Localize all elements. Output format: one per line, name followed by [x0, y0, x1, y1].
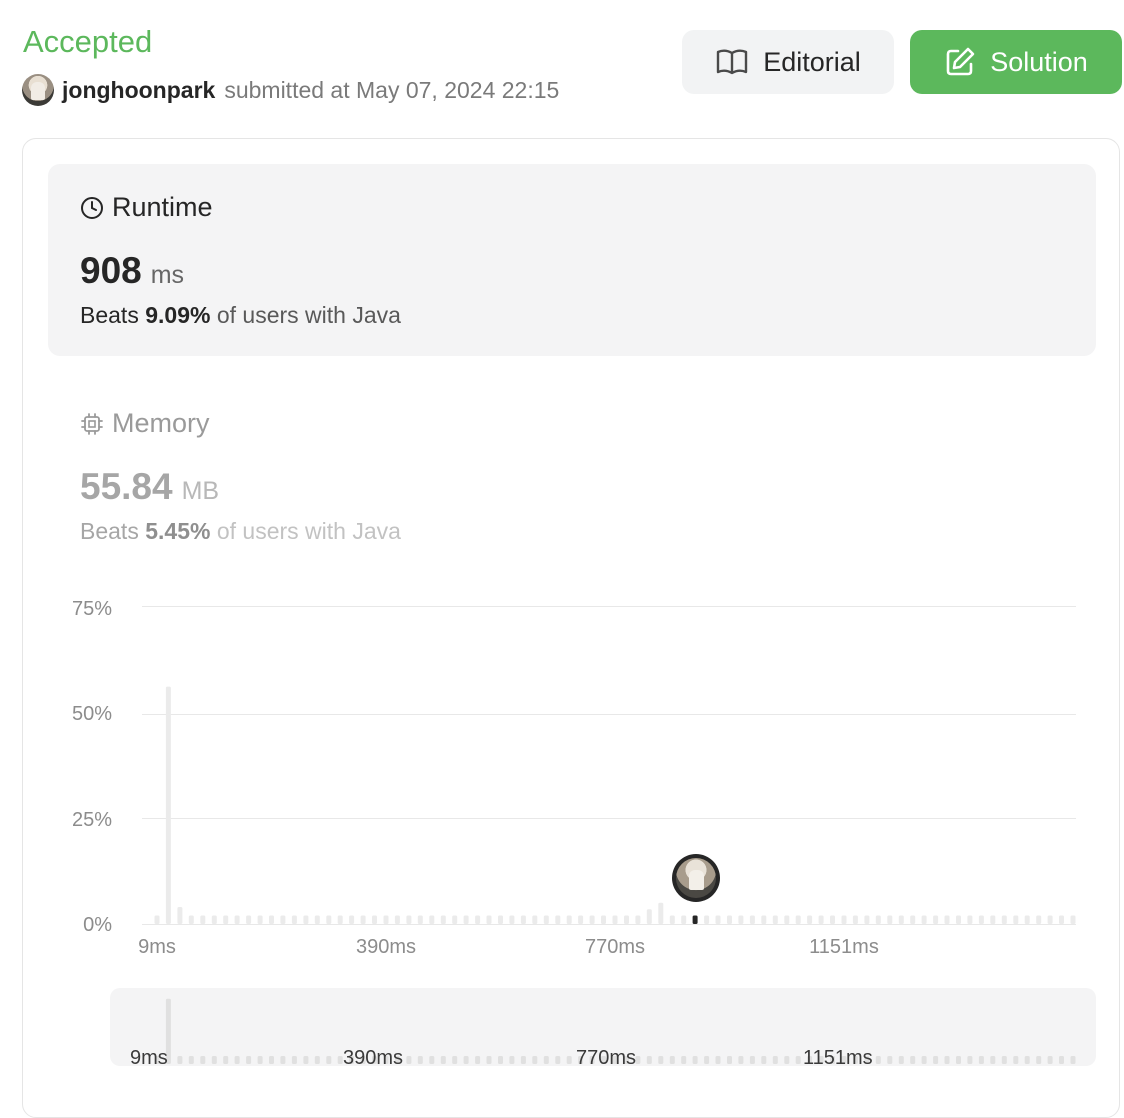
range-overview-bar	[795, 1056, 801, 1064]
range-overview-bar	[211, 1056, 217, 1064]
range-overview-bar	[314, 1056, 320, 1064]
range-overview-bar	[234, 1056, 240, 1064]
range-overview-bar	[692, 1056, 698, 1064]
range-overview-bar	[1013, 1056, 1019, 1064]
range-overview-bar	[177, 1056, 183, 1064]
range-overview-bar	[956, 1056, 961, 1064]
range-overview-bar	[223, 1056, 229, 1064]
range-overview-bar	[1070, 1056, 1076, 1064]
range-overview-bar	[898, 1056, 904, 1064]
range-overview-bar	[337, 1056, 343, 1064]
range-overview-bar	[1059, 1056, 1064, 1064]
range-overview-bar	[440, 1056, 446, 1064]
range-overview-bar	[704, 1056, 710, 1064]
range-overview-bar	[1024, 1056, 1030, 1064]
range-overview-bar	[933, 1056, 939, 1064]
range-overview-bar	[1001, 1056, 1007, 1064]
range-overview-bar	[910, 1056, 916, 1064]
range-overview-bar	[646, 1056, 652, 1064]
range-overview-bar	[715, 1056, 721, 1064]
range-overview-bar	[681, 1056, 687, 1064]
range-overview-bar	[1036, 1056, 1042, 1064]
range-overview-bar	[509, 1056, 515, 1064]
range-overview-bar	[784, 1056, 790, 1064]
range-overview-chart	[154, 998, 1076, 1064]
range-overview-bar	[417, 1056, 423, 1064]
range-overview-bar	[921, 1056, 927, 1064]
range-overview-bar	[452, 1056, 458, 1064]
range-overview-bar	[429, 1056, 435, 1064]
range-overview-bar	[543, 1056, 549, 1064]
range-overview-bar	[406, 1056, 412, 1064]
range-overview-bar	[1047, 1056, 1053, 1064]
range-overview-bar	[875, 1056, 881, 1064]
range-overview-bar	[749, 1056, 755, 1064]
range-tick-label: 9ms	[130, 1047, 168, 1069]
range-overview-bar	[761, 1056, 767, 1064]
range-overview-bar	[200, 1056, 206, 1064]
range-overview-bar	[738, 1056, 744, 1064]
range-overview-bar	[498, 1056, 503, 1064]
range-overview-bar	[520, 1056, 526, 1064]
range-overview-bar	[532, 1056, 538, 1064]
range-overview-bar	[944, 1056, 950, 1064]
range-overview-bar	[280, 1056, 286, 1064]
range-tick-label: 1151ms	[803, 1047, 873, 1069]
range-overview-bar	[967, 1056, 973, 1064]
range-overview-bar	[269, 1056, 274, 1064]
range-overview-bar	[463, 1056, 469, 1064]
range-overview-bar	[635, 1056, 641, 1064]
range-tick-label: 770ms	[576, 1047, 637, 1069]
range-overview-bar	[246, 1056, 252, 1064]
range-overview-bar	[555, 1056, 561, 1064]
range-tick-label: 390ms	[343, 1047, 404, 1069]
range-overview-bar	[887, 1056, 893, 1064]
range-overview-bar	[669, 1056, 675, 1064]
range-overview-bar	[772, 1056, 778, 1064]
range-overview-bar	[326, 1056, 332, 1064]
range-overview-bar	[475, 1056, 481, 1064]
range-overview-bar	[727, 1056, 732, 1064]
range-overview-bar	[188, 1056, 194, 1064]
range-overview-bar	[291, 1056, 297, 1064]
range-overview-bar	[990, 1056, 996, 1064]
range-overview-bar	[978, 1056, 984, 1064]
range-overview-bar	[257, 1056, 263, 1064]
range-overview-bar	[658, 1056, 664, 1064]
range-overview-bar	[303, 1056, 309, 1064]
range-overview-bar	[566, 1056, 572, 1064]
range-overview-bar	[486, 1056, 492, 1064]
